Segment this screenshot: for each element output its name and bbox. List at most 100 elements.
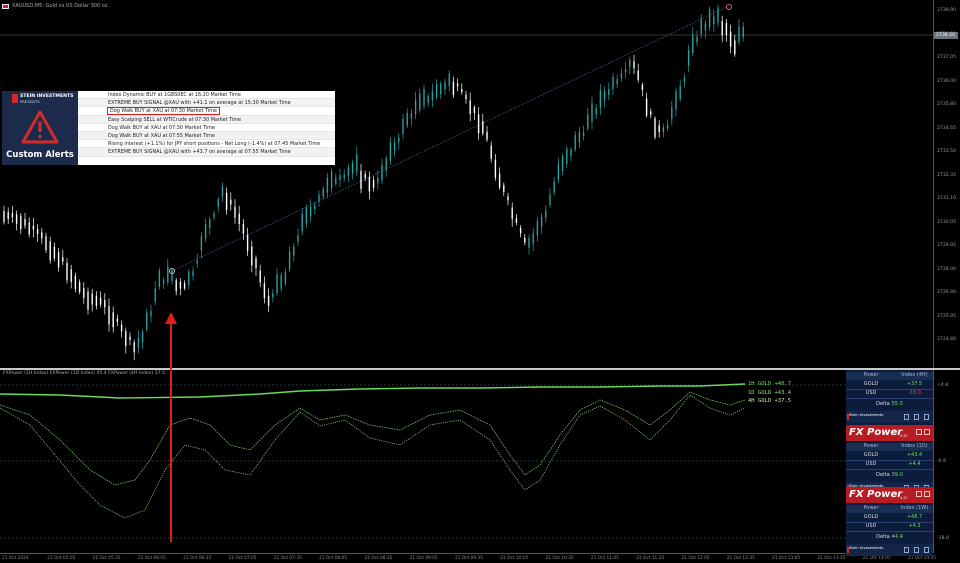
fx-power-divider <box>846 531 933 532</box>
fx-power-col-label: Power <box>863 443 879 449</box>
candle-body <box>7 212 9 219</box>
indicator-legend-item: 4H GOLD +37.5 <box>748 398 792 404</box>
alert-row[interactable]: Easy Scalping SELL at WTICrude at 07:30 … <box>78 115 335 124</box>
chart-line-icon[interactable] <box>914 547 919 553</box>
alert-row[interactable]: Dog Walk BUY at XAU at 07:30 Market Time <box>78 107 335 116</box>
candle-body <box>578 131 581 143</box>
candle-body <box>511 207 513 220</box>
fx-power-currency: GOLD <box>863 514 879 520</box>
time-tick-label: 21 Oct 06:35 <box>183 556 212 561</box>
alert-row[interactable]: EXTREME BUY SIGNAL @XAU with +43.7 on av… <box>78 148 335 157</box>
fx-power-row: GOLD +48.7 <box>846 514 933 522</box>
time-tick-label: 21 Oct 07:05 <box>228 556 257 561</box>
alert-text: EXTREME BUY SIGNAL @XAU with +43.7 on av… <box>108 149 291 156</box>
alert-list[interactable]: Index Dynamic BUY at 1G8S0EC at 16:20 Ma… <box>78 91 335 165</box>
stein-logo-icon <box>12 94 18 103</box>
alert-row[interactable]: Dog Walk BUY at XAU at 07:30 Market Time <box>78 124 335 132</box>
candle-body <box>158 270 161 288</box>
price-chart[interactable] <box>0 0 933 368</box>
time-tick-label: 21 Oct 12:35 <box>726 556 755 561</box>
fx-power-banner[interactable]: FX Power 4.42 <box>846 487 933 503</box>
candle-body <box>633 61 635 69</box>
candle-body <box>532 233 534 244</box>
fx-power-toolbar: Stein Investments <box>846 544 933 556</box>
fx-power-currency: USD <box>865 461 877 467</box>
minimize-icon[interactable] <box>916 429 922 435</box>
maximize-icon[interactable] <box>924 491 930 497</box>
candle-body <box>368 177 371 192</box>
candle-body <box>389 142 392 161</box>
candle-body <box>53 246 56 259</box>
time-tick-label: 21 Oct 06:05 <box>137 556 166 561</box>
candle-body <box>494 159 497 178</box>
candle-body <box>410 113 413 119</box>
candle-body <box>406 112 408 126</box>
candle-body <box>322 188 324 197</box>
fx-power-currency: GOLD <box>863 452 879 458</box>
alert-row[interactable]: EXTREME BUY SIGNAL @XAU with +41.1 on av… <box>78 99 335 108</box>
minimize-icon[interactable] <box>916 491 922 497</box>
candle-body <box>498 173 501 188</box>
candle-body <box>297 234 299 242</box>
candle-body <box>490 145 492 159</box>
warning-triangle-icon <box>21 110 59 144</box>
candle-body <box>658 125 660 132</box>
candle-body <box>150 311 152 317</box>
candle-body <box>683 77 686 83</box>
candle-body <box>574 135 576 150</box>
candle-body <box>738 26 740 43</box>
custom-alerts-panel: STEIN INVESTMENTS PRESENTS Custom Alerts… <box>2 91 335 165</box>
signal-marker-end[interactable] <box>726 4 732 10</box>
chart-line-icon[interactable] <box>914 414 919 420</box>
fx-power-currency: USD <box>865 390 877 396</box>
candle-body <box>15 214 18 224</box>
candle-body <box>263 283 266 299</box>
alert-text: Dog Walk BUY at XAU at 07:55 Market Time <box>108 132 215 139</box>
alert-row[interactable]: Dog Walk BUY at XAU at 07:55 Market Time <box>78 131 335 141</box>
candle-body <box>679 85 681 100</box>
candle-body <box>3 211 5 222</box>
candle-body <box>314 204 316 210</box>
fx-power-value: +4.3 <box>908 523 921 529</box>
candle-body <box>246 235 249 251</box>
fx-power-value: +4.4 <box>908 461 921 467</box>
fx-power-banner[interactable]: FX Power 4.42 <box>846 425 933 441</box>
bell-icon[interactable] <box>904 414 909 420</box>
fx-power-indicator-chart[interactable] <box>0 370 933 553</box>
candle-body <box>141 331 144 343</box>
price-axis[interactable]: 2739.902738.002737.052736.002735.802734.… <box>933 0 960 368</box>
candle-body <box>553 181 555 193</box>
alert-row[interactable]: Rising interest (+1.1%) for JPY short po… <box>78 140 335 149</box>
maximize-icon[interactable] <box>924 429 930 435</box>
settings-icon[interactable] <box>924 547 929 553</box>
candle-body <box>645 98 648 116</box>
indicator-axis[interactable]: +4.8 -6.9 -18.8 <box>933 370 960 553</box>
alert-text: Dog Walk BUY at XAU at 07:30 Market Time <box>107 107 220 115</box>
chart-window[interactable]: XAUUSD,M5: Gold vs US Dollar 300 oz. 273… <box>0 0 960 563</box>
bell-icon[interactable] <box>904 547 909 553</box>
candle-body <box>582 132 585 136</box>
candle-body <box>629 59 631 67</box>
time-axis[interactable]: 21 Oct 2024 21 Oct 05:05 21 Oct 05:35 21 Oc… <box>0 553 936 563</box>
settings-icon[interactable] <box>924 414 929 420</box>
candle-body <box>734 40 736 55</box>
candle-body <box>251 246 253 266</box>
candle-body <box>209 219 211 228</box>
brand-subtitle: PRESENTS <box>20 99 40 104</box>
candle-body <box>414 99 417 115</box>
candle-body <box>116 318 119 322</box>
alert-row[interactable]: Index Dynamic BUY at 1G8S0EC at 16:20 Ma… <box>78 91 335 100</box>
fx-power-col-label: Power <box>863 505 879 511</box>
candle-body <box>171 270 173 281</box>
candle-body <box>57 252 60 268</box>
candle-body <box>704 23 707 31</box>
candle-body <box>381 164 383 181</box>
fx-power-brand: Stein Investments <box>849 412 884 417</box>
candle-body <box>351 162 354 174</box>
fx-power-delta: Delta 39.0 <box>846 472 933 480</box>
fx-power-panel[interactable]: Power Index (4H) GOLD +37.5 USD -18.0 Delta 55… <box>846 370 933 556</box>
candle-body <box>45 236 47 250</box>
time-tick-label: 21 Oct 13:05 <box>772 556 801 561</box>
candle-body <box>557 164 560 180</box>
candle-body <box>356 154 358 172</box>
